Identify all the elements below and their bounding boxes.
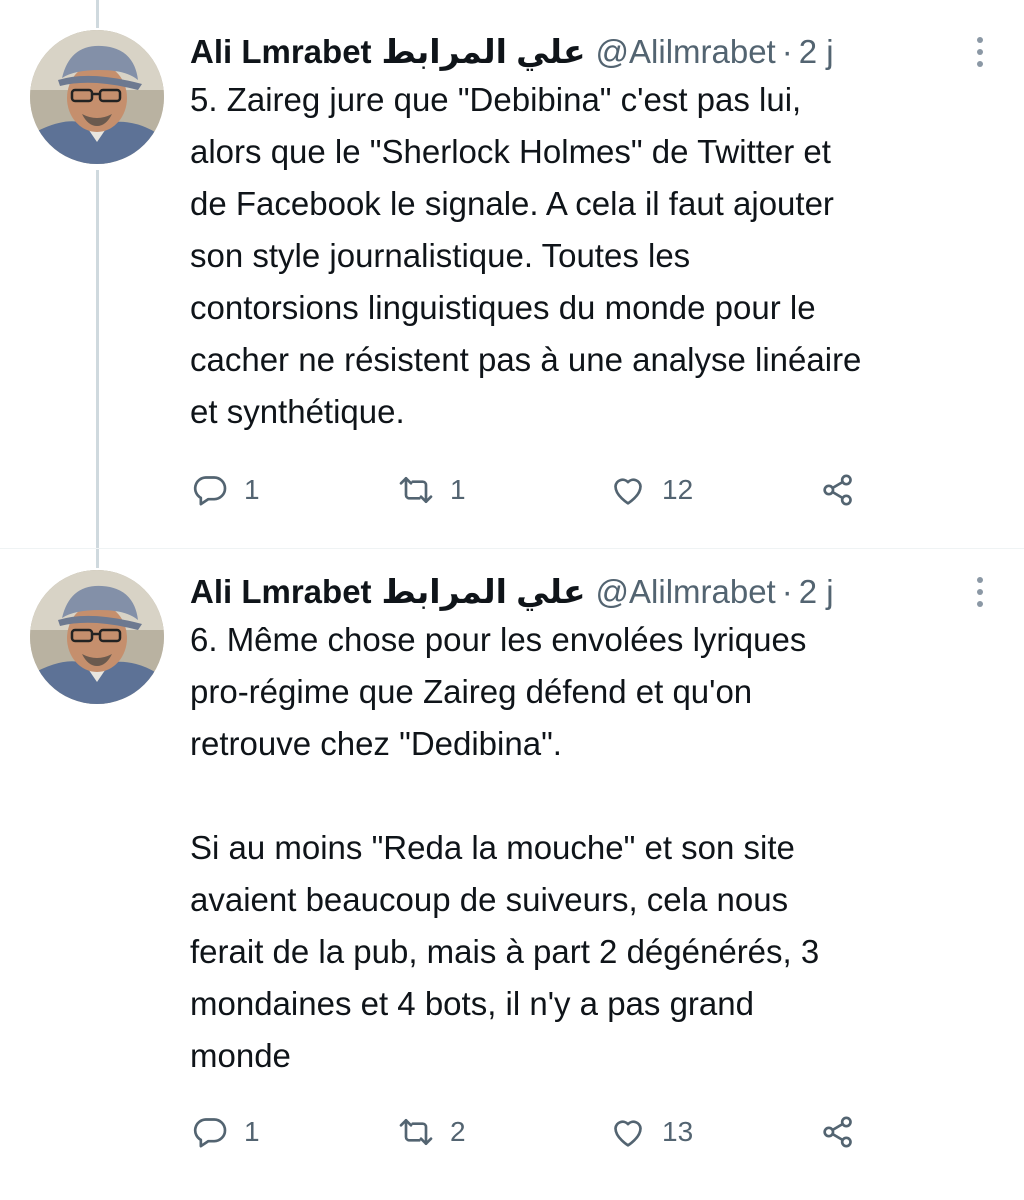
author-handle[interactable]: @Alilmrabet xyxy=(596,33,776,70)
reply-count: 1 xyxy=(244,1116,260,1147)
tweet-actions: 1 2 13 xyxy=(190,1112,1010,1152)
share-button[interactable] xyxy=(818,470,858,510)
thread-connector-top xyxy=(96,0,99,28)
tweet-actions: 1 1 12 xyxy=(190,470,1010,510)
tweet-divider xyxy=(0,548,1024,549)
author-name[interactable]: Ali Lmrabet xyxy=(190,573,372,610)
more-options-icon[interactable] xyxy=(960,30,1000,74)
like-button[interactable]: 13 xyxy=(608,1112,693,1152)
retweet-count: 1 xyxy=(450,474,466,505)
avatar[interactable] xyxy=(30,570,164,704)
tweet-header: Ali Lmrabet علي المرابط @Alilmrabet · 2 j xyxy=(190,30,834,74)
like-button[interactable]: 12 xyxy=(608,470,693,510)
tweet[interactable]: Ali Lmrabet علي المرابط @Alilmrabet · 2 j 5.… xyxy=(0,30,1024,540)
avatar-photo xyxy=(30,570,164,704)
avatar-photo xyxy=(30,30,164,164)
share-button[interactable] xyxy=(818,1112,858,1152)
author-name-arabic[interactable]: علي المرابط xyxy=(382,573,586,610)
like-count: 13 xyxy=(662,1116,694,1147)
like-count: 12 xyxy=(662,474,694,505)
timestamp[interactable]: 2 j xyxy=(799,33,834,70)
separator-dot: · xyxy=(781,573,793,610)
author-handle[interactable]: @Alilmrabet xyxy=(596,573,776,610)
author-name-arabic[interactable]: علي المرابط xyxy=(382,33,586,70)
retweet-button[interactable]: 2 xyxy=(396,1112,466,1152)
tweet[interactable]: Ali Lmrabet علي المرابط @Alilmrabet · 2 j 6.… xyxy=(0,570,1024,1190)
avatar[interactable] xyxy=(30,30,164,164)
tweet-text: 6. Même chose pour les envolées lyriques… xyxy=(190,621,820,1074)
separator-dot: · xyxy=(781,33,793,70)
author-name[interactable]: Ali Lmrabet xyxy=(190,33,372,70)
reply-count: 1 xyxy=(244,474,260,505)
heart-icon xyxy=(614,1120,642,1147)
reply-button[interactable]: 1 xyxy=(190,470,260,510)
share-icon xyxy=(823,474,852,506)
share-icon xyxy=(823,1116,852,1148)
reply-icon xyxy=(193,1118,227,1148)
tweet-header: Ali Lmrabet علي المرابط @Alilmrabet · 2 j xyxy=(190,570,834,614)
timestamp[interactable]: 2 j xyxy=(799,573,834,610)
retweet-count: 2 xyxy=(450,1116,466,1147)
heart-icon xyxy=(614,478,642,505)
reply-button[interactable]: 1 xyxy=(190,1112,260,1152)
more-options-icon[interactable] xyxy=(960,570,1000,614)
retweet-icon xyxy=(399,477,433,503)
retweet-icon xyxy=(399,1119,433,1145)
tweet-text: 5. Zaireg jure que "Debibina" c'est pas … xyxy=(190,81,862,430)
reply-icon xyxy=(193,476,227,506)
retweet-button[interactable]: 1 xyxy=(396,470,466,510)
